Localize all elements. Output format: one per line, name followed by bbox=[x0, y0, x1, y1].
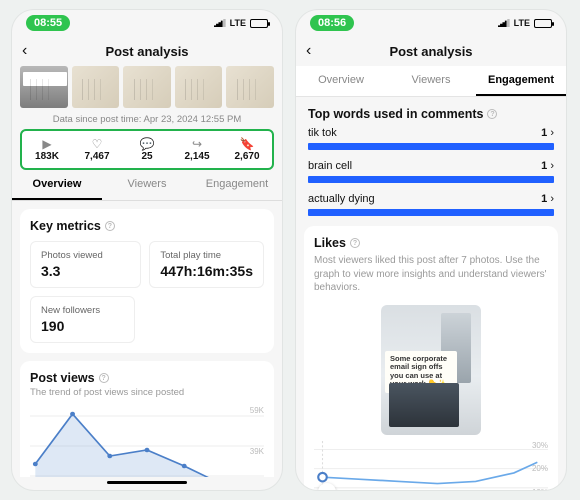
photo-preview: Some corporate email sign offs you can u… bbox=[381, 305, 481, 435]
info-icon[interactable]: ? bbox=[105, 221, 115, 231]
battery-icon bbox=[534, 19, 552, 28]
key-metrics-card: Key metrics ? Photos viewed 3.3 Total pl… bbox=[20, 209, 274, 353]
share-icon: ↪ bbox=[172, 137, 222, 151]
stat-likes: ♡ 7,467 bbox=[72, 137, 122, 162]
thumbnail[interactable] bbox=[72, 66, 120, 108]
play-icon: ▶ bbox=[22, 137, 72, 151]
heart-icon: ♡ bbox=[72, 137, 122, 151]
stat-shares: ↪ 2,145 bbox=[172, 137, 222, 162]
likes-description: Most viewers liked this post after 7 pho… bbox=[314, 254, 548, 295]
phone-engagement: 08:56 LTE ‹ Post analysis Overview Viewe… bbox=[296, 10, 566, 490]
word-row[interactable]: brain cell 1 › bbox=[308, 160, 554, 183]
network-label: LTE bbox=[230, 18, 246, 28]
photo-caption: Some corporate email sign offs you can u… bbox=[385, 351, 457, 394]
word-bar bbox=[308, 176, 554, 183]
header: ‹ Post analysis bbox=[12, 36, 282, 66]
stat-plays: ▶ 183K bbox=[22, 137, 72, 162]
chevron-right-icon: › bbox=[550, 193, 554, 205]
info-icon[interactable]: ? bbox=[350, 238, 360, 248]
phone-overview: 08:55 LTE ‹ Post analysis Data since pos… bbox=[12, 10, 282, 490]
stat-comments: 💬 25 bbox=[122, 137, 172, 162]
network-label: LTE bbox=[514, 18, 530, 28]
since-label: Data since post time: Apr 23, 2024 12:55… bbox=[12, 108, 282, 129]
likes-card: Likes ? Most viewers liked this post aft… bbox=[304, 226, 558, 490]
thumbnail-strip[interactable] bbox=[12, 66, 282, 108]
tab-viewers[interactable]: Viewers bbox=[102, 170, 192, 200]
post-views-title: Post views bbox=[30, 371, 95, 385]
home-indicator[interactable] bbox=[107, 481, 187, 484]
battery-icon bbox=[250, 19, 268, 28]
tab-overview[interactable]: Overview bbox=[296, 66, 386, 96]
thumbnail[interactable] bbox=[226, 66, 274, 108]
post-views-card: Post views ? The trend of post views sin… bbox=[20, 361, 274, 477]
likes-title: Likes bbox=[314, 236, 346, 250]
status-time: 08:56 bbox=[310, 15, 354, 31]
metric-photos-viewed: Photos viewed 3.3 bbox=[30, 241, 141, 288]
top-words-title: Top words used in comments bbox=[308, 107, 483, 121]
page-title: Post analysis bbox=[389, 44, 472, 59]
bookmark-icon: 🔖 bbox=[222, 137, 272, 151]
post-views-chart: 59K 39K 19K bbox=[30, 406, 264, 477]
info-icon[interactable]: ? bbox=[487, 109, 497, 119]
back-button[interactable]: ‹ bbox=[22, 42, 27, 60]
status-bar: 08:55 LTE bbox=[12, 10, 282, 36]
thumbnail[interactable] bbox=[20, 66, 68, 108]
metric-total-play: Total play time 447h:16m:35s bbox=[149, 241, 264, 288]
word-label: brain cell bbox=[308, 160, 352, 172]
chevron-right-icon: › bbox=[550, 160, 554, 172]
word-bar bbox=[308, 143, 554, 150]
back-button[interactable]: ‹ bbox=[306, 42, 311, 60]
thumbnail[interactable] bbox=[123, 66, 171, 108]
status-time: 08:55 bbox=[26, 15, 70, 31]
info-icon[interactable]: ? bbox=[99, 373, 109, 383]
comment-icon: 💬 bbox=[122, 137, 172, 151]
tab-engagement[interactable]: Engagement bbox=[476, 66, 566, 96]
tab-overview[interactable]: Overview bbox=[12, 170, 102, 200]
thumbnail[interactable] bbox=[175, 66, 223, 108]
stat-saves: 🔖 2,670 bbox=[222, 137, 272, 162]
signal-icon bbox=[214, 19, 226, 27]
tab-engagement[interactable]: Engagement bbox=[192, 170, 282, 200]
header: ‹ Post analysis bbox=[296, 36, 566, 66]
likes-chart[interactable]: 30% 20% 10% bbox=[314, 441, 548, 491]
status-bar: 08:56 LTE bbox=[296, 10, 566, 36]
word-row[interactable]: tik tok 1 › bbox=[308, 127, 554, 150]
section-tabs: Overview Viewers Engagement bbox=[12, 170, 282, 201]
chevron-right-icon: › bbox=[550, 127, 554, 139]
key-metrics-title: Key metrics bbox=[30, 219, 101, 233]
word-label: actually dying bbox=[308, 193, 375, 205]
tab-viewers[interactable]: Viewers bbox=[386, 66, 476, 96]
page-title: Post analysis bbox=[105, 44, 188, 59]
stats-row: ▶ 183K ♡ 7,467 💬 25 ↪ 2,145 🔖 2,670 bbox=[20, 129, 274, 170]
signal-icon bbox=[498, 19, 510, 27]
word-bar bbox=[308, 209, 554, 216]
top-words-section: Top words used in comments ? tik tok 1 ›… bbox=[296, 97, 566, 216]
metric-new-followers: New followers 190 bbox=[30, 296, 135, 343]
post-views-sub: The trend of post views since posted bbox=[30, 387, 264, 398]
section-tabs: Overview Viewers Engagement bbox=[296, 66, 566, 97]
word-label: tik tok bbox=[308, 127, 337, 139]
word-row[interactable]: actually dying 1 › bbox=[308, 193, 554, 216]
